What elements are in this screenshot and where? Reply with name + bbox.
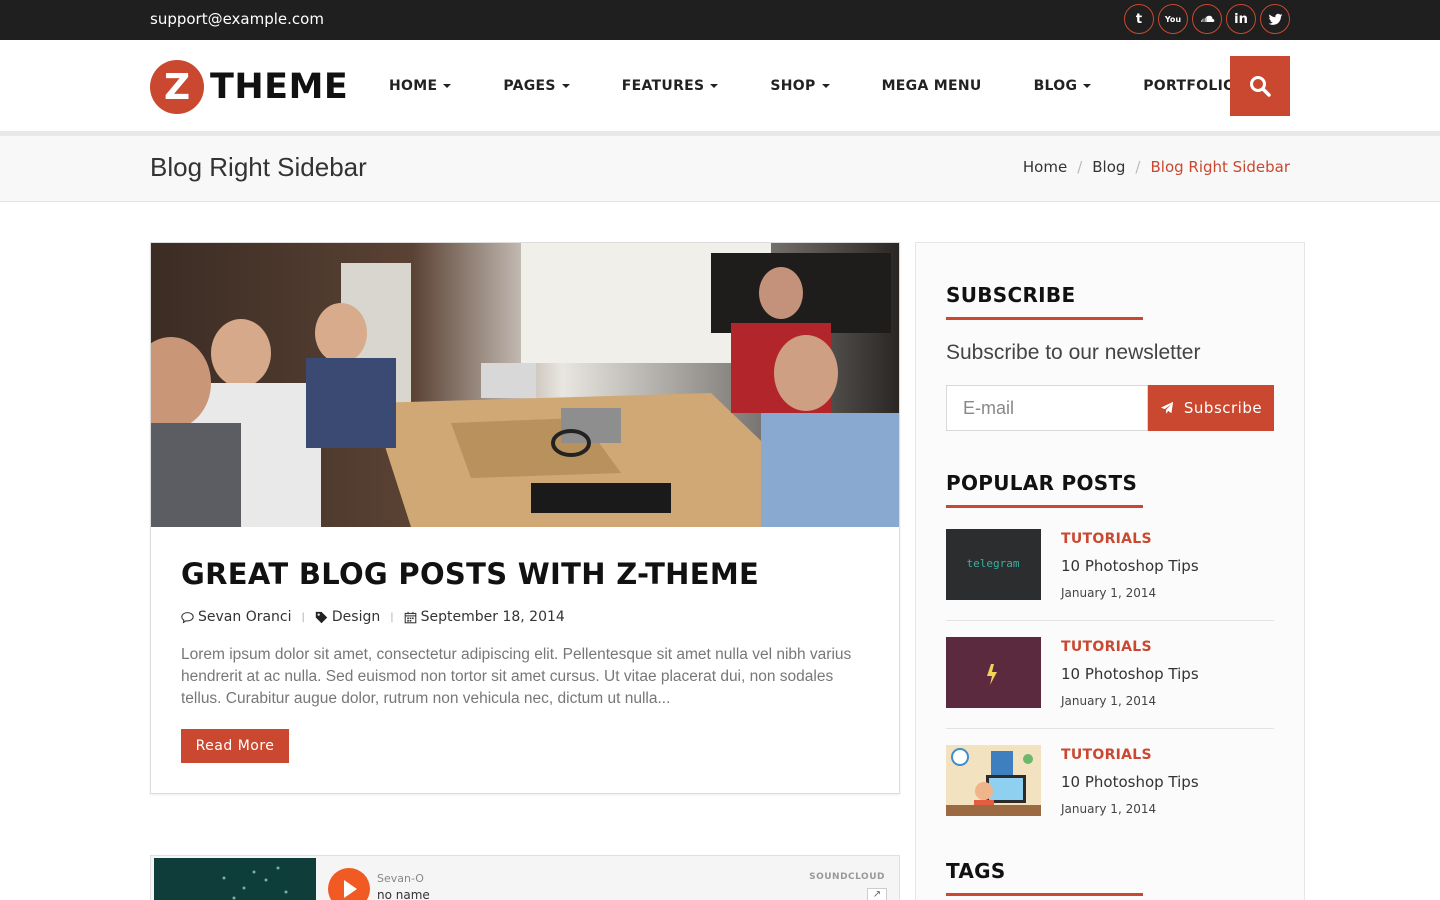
popular-post-title[interactable]: 10 Photoshop Tips xyxy=(1061,557,1199,575)
breadcrumb-blog[interactable]: Blog xyxy=(1092,158,1125,176)
nav-item-home[interactable]: HOME xyxy=(389,78,452,94)
post-author[interactable]: Sevan Oranci xyxy=(198,609,292,625)
share-icon[interactable]: ↗ xyxy=(867,888,887,900)
twitter-icon[interactable] xyxy=(1260,4,1290,34)
post-category[interactable]: Design xyxy=(332,609,380,625)
post-excerpt: Lorem ipsum dolor sit amet, consectetur … xyxy=(181,646,852,707)
breadcrumb-separator: / xyxy=(1077,158,1083,176)
breadcrumb-separator: / xyxy=(1135,158,1141,176)
widget-underline xyxy=(946,505,1143,508)
soundcloud-track[interactable]: no name xyxy=(377,888,430,900)
youtube-icon[interactable]: You xyxy=(1158,4,1188,34)
popular-post-item[interactable]: TUTORIALS 10 Photoshop Tips January 1, 2… xyxy=(946,637,1274,729)
widget-underline xyxy=(946,317,1143,320)
post-category-link[interactable]: TUTORIALS xyxy=(1061,747,1152,763)
search-button[interactable] xyxy=(1230,56,1290,116)
subscribe-button[interactable]: Subscribe xyxy=(1148,385,1274,431)
support-email[interactable]: support@example.com xyxy=(150,10,324,28)
meta-separator: | xyxy=(390,611,394,623)
popular-post-date: January 1, 2014 xyxy=(1061,802,1157,816)
linkedin-icon[interactable]: in xyxy=(1226,4,1256,34)
nav-item-pages[interactable]: PAGES xyxy=(503,78,570,94)
nav-item-mega-menu[interactable]: MEGA MENU xyxy=(882,78,982,94)
soundcloud-icon[interactable] xyxy=(1192,4,1222,34)
popular-post-item[interactable]: TUTORIALS 10 Photoshop Tips January 1, 2… xyxy=(946,745,1274,837)
popular-posts-title: POPULAR POSTS xyxy=(946,471,1138,495)
chevron-down-icon xyxy=(561,84,570,88)
read-more-button[interactable]: Read More xyxy=(181,729,289,763)
nav-item-blog[interactable]: BLOG xyxy=(1034,78,1092,94)
post-featured-image[interactable] xyxy=(151,243,899,527)
chevron-down-icon xyxy=(1083,84,1092,88)
item-divider xyxy=(946,728,1274,729)
logo-word: THEME xyxy=(210,67,349,107)
subscribe-title: SUBSCRIBE xyxy=(946,283,1076,307)
site-header: Z THEME HOME PAGES FEATURES SHOP MEGA ME… xyxy=(0,40,1440,132)
tumblr-icon[interactable]: t xyxy=(1124,4,1154,34)
calendar-icon xyxy=(404,611,416,623)
meta-separator: | xyxy=(301,611,305,623)
page-title-bar: Blog Right Sidebar Home / Blog / Blog Ri… xyxy=(0,136,1440,202)
soundcloud-user[interactable]: Sevan-O xyxy=(377,872,424,885)
post-thumbnail[interactable]: telegram xyxy=(946,529,1041,600)
subscribe-text: Subscribe to our newsletter xyxy=(946,341,1201,364)
email-field[interactable] xyxy=(946,385,1148,431)
popular-post-date: January 1, 2014 xyxy=(1061,694,1157,708)
breadcrumb-home[interactable]: Home xyxy=(1023,158,1067,176)
soundcloud-player: Sevan-O no name SOUNDCLOUD ↗ xyxy=(150,855,900,900)
soundcloud-brand[interactable]: SOUNDCLOUD xyxy=(809,872,885,882)
blog-post-card: GREAT BLOG POSTS WITH Z-THEME Sevan Oran… xyxy=(150,242,900,794)
site-logo[interactable]: Z THEME xyxy=(150,60,348,114)
post-category-link[interactable]: TUTORIALS xyxy=(1061,531,1152,547)
popular-post-date: January 1, 2014 xyxy=(1061,586,1157,600)
item-divider xyxy=(946,620,1274,621)
svg-text:telegram: telegram xyxy=(967,557,1020,570)
tag-icon xyxy=(315,611,328,623)
breadcrumb-current: Blog Right Sidebar xyxy=(1150,158,1290,176)
post-title[interactable]: GREAT BLOG POSTS WITH Z-THEME xyxy=(181,557,759,591)
social-links: t You in xyxy=(1124,4,1290,34)
post-thumbnail[interactable] xyxy=(946,745,1041,816)
track-artwork xyxy=(154,858,316,900)
top-bar: support@example.com t You in xyxy=(0,0,1440,40)
widget-underline xyxy=(946,893,1143,896)
right-sidebar: SUBSCRIBE Subscribe to our newsletter Su… xyxy=(915,242,1305,900)
main-nav: HOME PAGES FEATURES SHOP MEGA MENU BLOG … xyxy=(389,78,1301,94)
post-date: September 18, 2014 xyxy=(420,609,565,625)
post-thumbnail[interactable] xyxy=(946,637,1041,708)
chevron-down-icon xyxy=(443,84,452,88)
chevron-down-icon xyxy=(821,84,830,88)
search-icon xyxy=(1250,76,1271,97)
nav-item-features[interactable]: FEATURES xyxy=(622,78,719,94)
play-button[interactable] xyxy=(328,868,370,900)
comment-icon xyxy=(181,611,194,623)
logo-mark: Z xyxy=(150,60,204,114)
popular-post-title[interactable]: 10 Photoshop Tips xyxy=(1061,773,1199,791)
page-title: Blog Right Sidebar xyxy=(150,152,367,182)
nav-item-shop[interactable]: SHOP xyxy=(770,78,830,94)
breadcrumb: Home / Blog / Blog Right Sidebar xyxy=(1023,158,1290,176)
popular-post-item[interactable]: telegram TUTORIALS 10 Photoshop Tips Jan… xyxy=(946,529,1274,621)
tags-title: TAGS xyxy=(946,859,1006,883)
send-icon xyxy=(1160,401,1174,414)
post-category-link[interactable]: TUTORIALS xyxy=(1061,639,1152,655)
post-meta: Sevan Oranci | Design | September 18, 20… xyxy=(181,609,565,625)
popular-post-title[interactable]: 10 Photoshop Tips xyxy=(1061,665,1199,683)
chevron-down-icon xyxy=(710,84,719,88)
